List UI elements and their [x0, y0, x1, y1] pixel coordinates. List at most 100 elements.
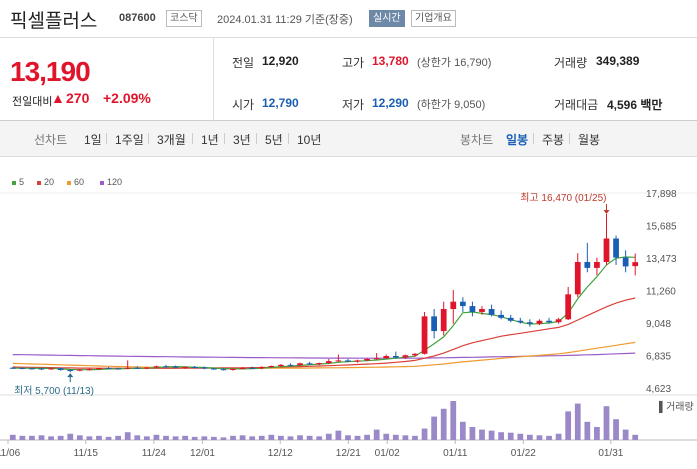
- candle-body: [345, 360, 351, 362]
- line-chart-label[interactable]: 선차트: [34, 131, 67, 148]
- volume-bar: [29, 435, 35, 440]
- candle-body: [546, 320, 552, 323]
- toolbar-separator: [224, 133, 225, 144]
- chart-toolbar: 선차트 1일 1주일 3개월 1년 3년 5년 10년 봉차트 일봉 주봉 월봉: [0, 121, 697, 157]
- candle-body: [479, 309, 485, 312]
- period-1d[interactable]: 1일: [84, 131, 102, 148]
- volume-bar: [527, 434, 533, 440]
- candle-body: [603, 238, 610, 263]
- candle-body: [383, 356, 390, 359]
- candle-body: [412, 353, 418, 356]
- volume-bar: [67, 433, 74, 440]
- candle-body: [230, 368, 236, 370]
- volume-bar: [613, 419, 619, 440]
- volume-bar: [278, 435, 284, 440]
- candle-body: [86, 369, 93, 371]
- volume-value: 349,389: [596, 54, 640, 68]
- volume-bar: [124, 432, 131, 440]
- company-info-button[interactable]: 기업개요: [411, 10, 456, 27]
- candle-weekly[interactable]: 주봉: [542, 131, 564, 148]
- volume-bar: [335, 430, 342, 440]
- candle-monthly[interactable]: 월봉: [578, 131, 600, 148]
- candle-body: [124, 367, 131, 369]
- volume-bar: [134, 435, 141, 440]
- candle-body: [431, 316, 437, 332]
- y-tick-label: 11,260: [646, 287, 676, 298]
- current-price: 13,190: [10, 56, 91, 87]
- candle-body: [172, 366, 179, 368]
- candle-body: [632, 262, 639, 267]
- volume-bar: [364, 434, 370, 440]
- x-tick-label: 01/22: [511, 448, 536, 459]
- volume-bar: [153, 434, 160, 440]
- high-label: 고가: [342, 56, 365, 70]
- low-value: 12,290: [372, 96, 409, 110]
- period-1w[interactable]: 1주일: [115, 131, 144, 148]
- x-tick-label: 12/21: [336, 448, 361, 459]
- volume-bar: [594, 427, 600, 440]
- candle-body: [268, 366, 275, 368]
- candle-body: [584, 262, 591, 268]
- period-5y[interactable]: 5년: [265, 131, 283, 148]
- stock-code: 087600: [119, 12, 156, 24]
- volume-bar: [488, 430, 495, 440]
- period-1y[interactable]: 1년: [201, 131, 219, 148]
- volume-bar: [172, 436, 179, 440]
- candle-body: [622, 257, 629, 267]
- candle-body: [574, 262, 581, 295]
- price-chart[interactable]: 17,898 15,685 13,473 11,260 9,048 6,835 4,623 1…: [0, 157, 697, 469]
- prev-close-label: 전일: [232, 56, 255, 70]
- period-3m[interactable]: 3개월: [157, 131, 186, 148]
- volume-label: 거래량: [554, 56, 588, 70]
- realtime-button[interactable]: 실시간: [369, 10, 405, 27]
- volume-bar: [306, 435, 313, 440]
- volume-bar: [258, 435, 265, 440]
- volume-bar: [19, 435, 26, 440]
- candle-body: [613, 238, 619, 258]
- volume-bar: [402, 435, 409, 440]
- volume-bar: [325, 433, 332, 440]
- volume-bar: [249, 436, 256, 440]
- quote-divider: [213, 38, 214, 121]
- x-tick-label: 12/12: [268, 448, 293, 459]
- candle-body: [364, 358, 370, 361]
- x-tick-label: 12/01: [190, 448, 215, 459]
- volume-bar: [383, 433, 390, 440]
- candle-body: [440, 309, 447, 332]
- volume-bar: [421, 428, 428, 440]
- volume-bar: [459, 421, 466, 440]
- candle-body: [594, 262, 600, 268]
- upper-limit: (상한가 16,790): [417, 57, 492, 69]
- toolbar-separator: [288, 133, 289, 144]
- candle-body: [143, 367, 150, 369]
- period-3y[interactable]: 3년: [233, 131, 251, 148]
- low-arrow-head: [67, 373, 74, 378]
- low-label: 저가: [342, 98, 365, 112]
- toolbar-separator: [569, 133, 570, 144]
- volume-bar: [412, 435, 418, 440]
- volume-bar: [354, 435, 361, 440]
- x-tick-label: 01/02: [375, 448, 400, 459]
- high-arrow-head: [603, 209, 610, 214]
- candle-body: [201, 367, 208, 369]
- toolbar-separator: [256, 133, 257, 144]
- candle-body: [9, 367, 16, 369]
- volume-bar: [220, 437, 227, 440]
- candle-body: [57, 368, 64, 370]
- candle-chart-label[interactable]: 봉차트: [460, 131, 493, 148]
- candle-body: [402, 355, 409, 358]
- volume-bar: [48, 436, 54, 440]
- open-value: 12,790: [262, 96, 299, 110]
- candle-body: [527, 322, 533, 324]
- candle-body: [19, 367, 26, 369]
- volume-bar: [546, 435, 552, 440]
- volume-bar: [201, 436, 208, 440]
- open-label: 시가: [232, 98, 255, 112]
- amount-value: 4,596 백만: [607, 98, 663, 112]
- y-tick-label: 9,048: [646, 319, 671, 330]
- candle-body: [325, 361, 332, 364]
- candle-daily[interactable]: 일봉: [506, 131, 528, 148]
- stock-name: 픽셀플러스: [10, 11, 98, 32]
- candle-body: [67, 369, 74, 371]
- period-10y[interactable]: 10년: [297, 131, 321, 148]
